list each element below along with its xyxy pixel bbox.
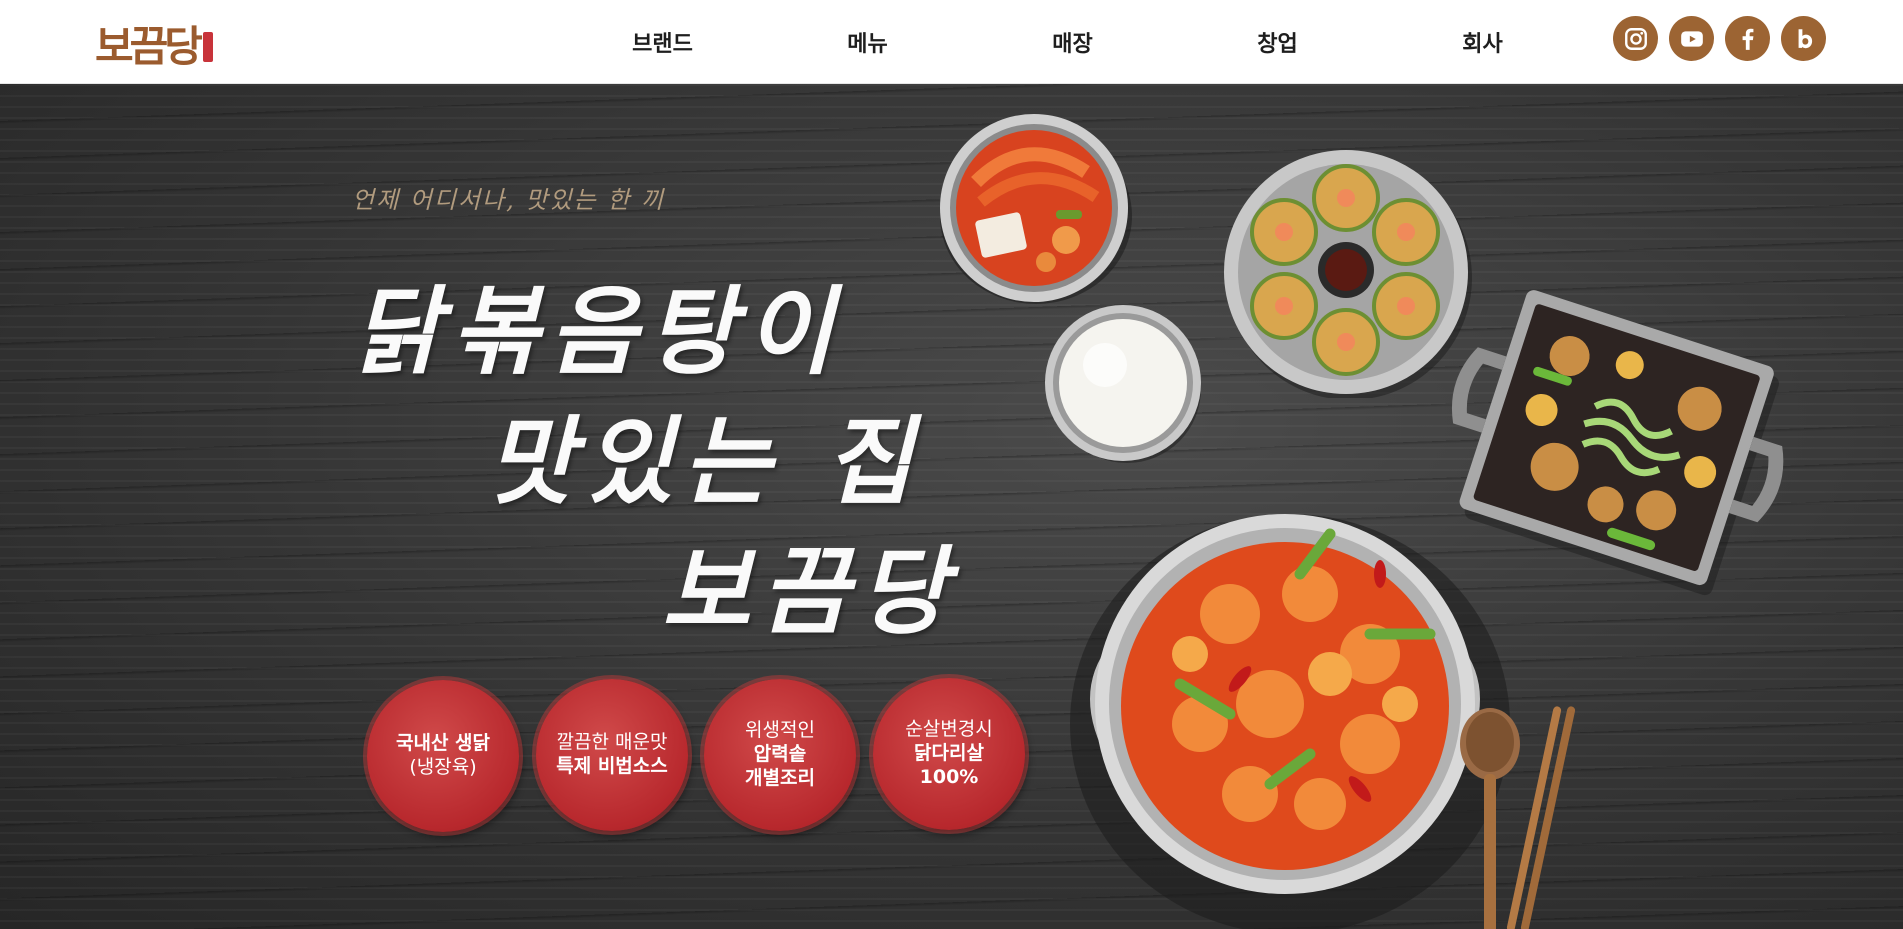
instagram-button[interactable] [1613, 16, 1658, 61]
badge-line-1: 위생적인 [745, 719, 815, 742]
nav-store[interactable]: 매장 [970, 0, 1175, 84]
badge-line-1: 국내산 생닭 [395, 732, 490, 755]
badge-line-3: 100% [919, 765, 979, 788]
facebook-button[interactable] [1725, 16, 1770, 61]
feature-badge-pressure-cooker: 위생적인 압력솥 개별조리 [704, 679, 856, 831]
hero-title-line-3: 보끔당 [662, 535, 957, 648]
spoon-and-chopsticks-image [1460, 706, 1576, 929]
hero-title-line-1: 닭볶음탕이 [352, 275, 844, 388]
logo-text: 보끔당 [95, 22, 203, 71]
instagram-icon [1624, 27, 1647, 50]
brand-logo[interactable]: 보끔당 [95, 10, 213, 68]
badge-line-3: 개별조리 [745, 766, 815, 789]
badge-line-2: 닭다리살 [914, 742, 984, 765]
badge-line-1: 깔끔한 매운맛 [556, 731, 668, 754]
facebook-icon [1742, 28, 1753, 50]
blog-icon [1798, 28, 1812, 48]
main-nav: 브랜드 메뉴 매장 창업 회사 [560, 0, 1585, 84]
logo-seal [202, 32, 213, 62]
youtube-icon [1680, 30, 1703, 47]
site-header: 보끔당 브랜드 메뉴 매장 창업 회사 [0, 0, 1903, 84]
blog-button[interactable] [1781, 16, 1826, 61]
nav-brand[interactable]: 브랜드 [560, 0, 765, 84]
rice-bowl-image [1045, 305, 1201, 463]
badge-line-2: 특제 비법소스 [556, 755, 668, 777]
feature-badge-domestic-chicken: 국내산 생닭 (냉장육) [367, 680, 519, 832]
hero-banner: 언제 어디서나, 맛있는 한 끼 닭볶음탕이 맛있는 집 보끔당 국내산 생닭 … [0, 84, 1903, 929]
kimchi-stew-bowl-image [940, 114, 1132, 304]
feature-badge-boneless-thigh: 순살변경시 닭다리살 100% [873, 678, 1025, 830]
nav-franchise[interactable]: 창업 [1175, 0, 1380, 84]
feature-badge-special-sauce: 깔끔한 매운맛 특제 비법소스 [536, 679, 688, 831]
badge-line-1: 순살변경시 [905, 718, 993, 741]
hero-title-line-2: 맛있는 집 [486, 405, 923, 518]
nav-company[interactable]: 회사 [1380, 0, 1585, 84]
nav-menu[interactable]: 메뉴 [765, 0, 970, 84]
badge-line-2: 압력솥 [753, 743, 807, 766]
badge-line-2: (냉장육) [409, 756, 477, 778]
youtube-button[interactable] [1669, 16, 1714, 61]
social-links [1613, 16, 1826, 61]
hero-tagline: 언제 어디서나, 맛있는 한 끼 [352, 186, 666, 214]
